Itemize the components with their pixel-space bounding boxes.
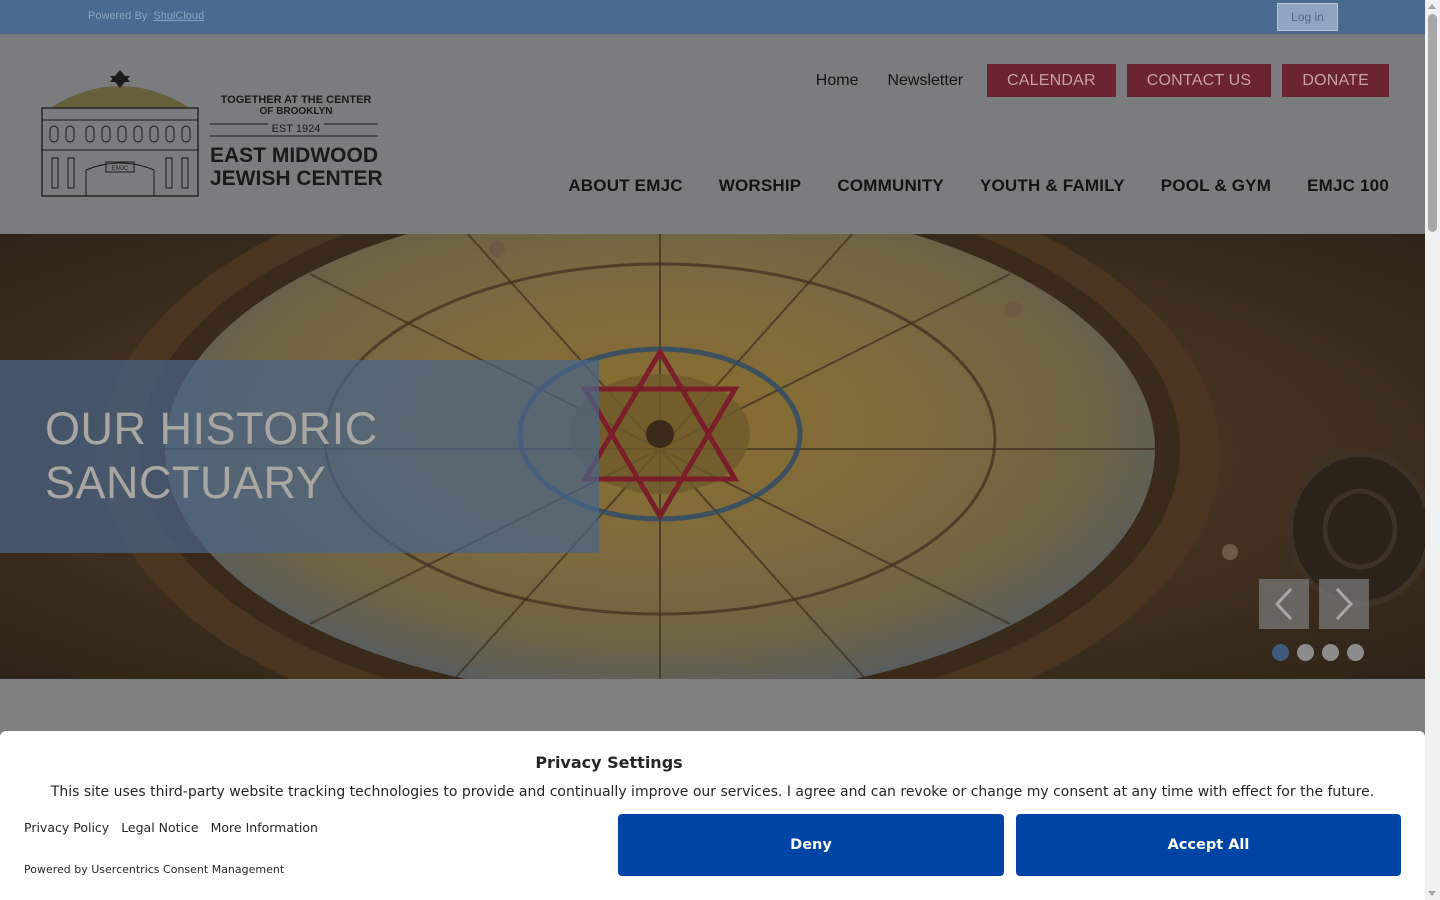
nav-home[interactable]: Home	[816, 72, 859, 90]
accept-all-button[interactable]: Accept All	[1016, 814, 1401, 876]
slider-dot-2[interactable]	[1297, 644, 1314, 661]
deny-button[interactable]: Deny	[618, 814, 1004, 876]
calendar-button[interactable]: CALENDAR	[987, 64, 1116, 97]
scroll-up-arrow-icon[interactable]	[1428, 4, 1436, 9]
consent-powered-by: Powered by Usercentrics Consent Manageme…	[24, 863, 285, 876]
star-of-david-icon	[110, 70, 130, 88]
main-nav-youth-family[interactable]: YOUTH & FAMILY	[980, 176, 1125, 196]
main-nav-about[interactable]: ABOUT EMJC	[568, 176, 682, 196]
logo-established: EST 1924	[272, 123, 321, 135]
chevron-right-icon	[1335, 587, 1354, 621]
logo-building-sign: EMJC	[112, 166, 129, 172]
login-button[interactable]: Log in	[1277, 3, 1338, 31]
scroll-down-arrow-icon[interactable]	[1428, 891, 1436, 896]
contact-us-button[interactable]: CONTACT US	[1126, 64, 1272, 97]
donate-button[interactable]: DONATE	[1282, 64, 1389, 97]
more-information-link[interactable]: More Information	[211, 820, 318, 835]
utility-nav: Home Newsletter CALENDAR CONTACT US DONA…	[787, 64, 1389, 97]
main-nav-community[interactable]: COMMUNITY	[837, 176, 944, 196]
logo-name-2: JEWISH CENTER	[210, 167, 383, 190]
logo-building	[41, 107, 199, 197]
hero-slider: OUR HISTORIC SANCTUARY	[0, 234, 1425, 679]
logo-tagline-2: OF BROOKLYN	[260, 106, 333, 117]
legal-notice-link[interactable]: Legal Notice	[121, 820, 198, 835]
powered-by-label: Powered By	[88, 10, 148, 22]
page-scrollbar[interactable]	[1425, 0, 1440, 900]
slider-dot-3[interactable]	[1322, 644, 1339, 661]
scrollbar-thumb[interactable]	[1428, 14, 1437, 232]
slide-caption: OUR HISTORIC SANCTUARY	[45, 403, 378, 508]
chevron-left-icon	[1274, 587, 1293, 621]
site-header: EMJC TOGETHER AT THE CENTER OF BROOKLYN …	[0, 34, 1425, 234]
main-nav-pool-gym[interactable]: POOL & GYM	[1161, 176, 1271, 196]
slider-next-button[interactable]	[1319, 579, 1369, 629]
slider-dot-4[interactable]	[1347, 644, 1364, 661]
logo-tagline-1: TOGETHER AT THE CENTER	[221, 94, 372, 106]
consent-title: Privacy Settings	[535, 753, 683, 772]
privacy-policy-link[interactable]: Privacy Policy	[24, 820, 109, 835]
main-nav-worship[interactable]: WORSHIP	[719, 176, 802, 196]
consent-text: This site uses third-party website track…	[50, 784, 1375, 800]
consent-links: Privacy Policy Legal Notice More Informa…	[24, 820, 330, 835]
slider-dots	[1272, 644, 1372, 661]
logo-dome	[50, 86, 190, 108]
privacy-consent-banner: Privacy Settings This site uses third-pa…	[0, 731, 1425, 900]
shulcloud-link[interactable]: ShulCloud	[153, 10, 204, 22]
main-nav-emjc-100[interactable]: EMJC 100	[1307, 176, 1389, 196]
main-nav: ABOUT EMJC WORSHIP COMMUNITY YOUTH & FAM…	[532, 176, 1389, 196]
logo-name-1: EAST MIDWOOD	[210, 144, 378, 167]
slide-caption-box: OUR HISTORIC SANCTUARY	[0, 360, 599, 553]
powered-by: Powered By ShulCloud	[88, 10, 204, 22]
slider-dot-1[interactable]	[1272, 644, 1289, 661]
nav-newsletter[interactable]: Newsletter	[887, 72, 963, 90]
top-bar: Powered By ShulCloud Log in	[0, 0, 1425, 34]
site-logo[interactable]: EMJC TOGETHER AT THE CENTER OF BROOKLYN …	[38, 70, 383, 202]
slider-prev-button[interactable]	[1259, 579, 1309, 629]
